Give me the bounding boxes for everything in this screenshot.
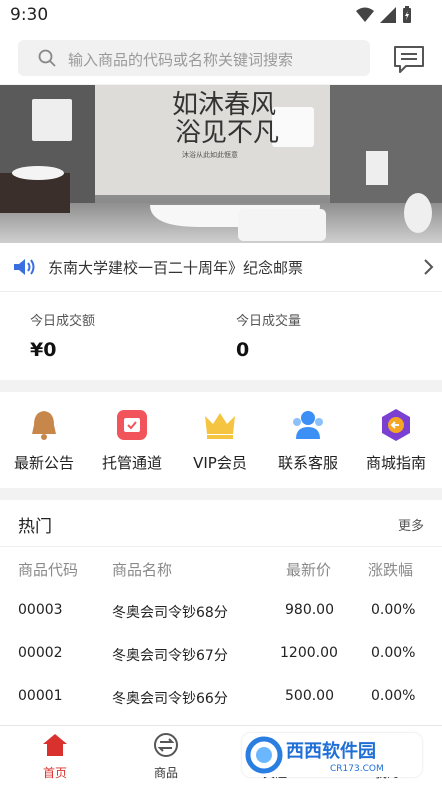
banner-image: 如沐春风 浴见不凡 沐浴从此如此惬意	[0, 85, 442, 243]
menu-label: 联系客服	[277, 454, 338, 472]
watermark-domain: CR173.COM	[330, 764, 384, 774]
status-bar: 9:30	[0, 0, 442, 32]
tab-label: 首页	[42, 766, 67, 780]
menu-item-support[interactable]: 联系客服	[268, 408, 348, 473]
calendar-icon	[117, 410, 147, 440]
bell-icon	[32, 411, 56, 440]
banner-headline-1: 如沐春风	[172, 90, 276, 119]
promo-banner[interactable]: 如沐春风 浴见不凡 沐浴从此如此惬意	[0, 85, 442, 243]
turnover-label: 今日成交额	[30, 314, 96, 329]
exchange-icon	[154, 733, 178, 757]
home-icon	[43, 734, 67, 756]
menu-item-vip[interactable]: VIP会员	[180, 408, 260, 473]
volume-label: 今日成交量	[236, 314, 302, 329]
menu-label: 托管通道	[101, 454, 162, 472]
menu-label: 商城指南	[365, 454, 426, 472]
product-price: 980.00	[285, 602, 334, 618]
product-price: 1200.00	[280, 645, 338, 661]
menu-item-announcements[interactable]: 最新公告	[4, 408, 84, 473]
guide-icon	[382, 409, 410, 441]
status-time: 9:30	[10, 5, 49, 25]
product-code: 00003	[18, 602, 63, 618]
section-title: 热门	[18, 517, 52, 537]
product-name: 冬奥会司令钞68分	[112, 605, 228, 621]
watermark: 西西软件园 CR173.COM	[242, 733, 422, 777]
menu-item-custody[interactable]: 托管通道	[92, 408, 172, 473]
volume-value: 0	[236, 339, 250, 361]
banner-tagline: 沐浴从此如此惬意	[182, 150, 238, 159]
message-icon[interactable]	[392, 44, 426, 74]
product-price: 500.00	[285, 688, 334, 704]
notice-bar[interactable]: 东南大学建校一百二十周年》纪念邮票	[0, 243, 442, 292]
quick-menu: 最新公告 托管通道 VIP会员 联系客服 商城指南	[0, 392, 442, 488]
product-change: 0.00%	[371, 602, 416, 618]
column-header-code: 商品代码	[18, 561, 79, 579]
trade-stats: 今日成交额 ¥0 今日成交量 0	[0, 292, 442, 380]
search-icon	[38, 49, 56, 67]
menu-label: 最新公告	[13, 454, 74, 472]
battery-icon	[403, 6, 411, 23]
column-header-name: 商品名称	[112, 561, 173, 579]
tab-label: 商品	[153, 766, 178, 780]
product-name: 冬奥会司令钞66分	[112, 691, 228, 707]
search-bar: 输入商品的代码或名称关键词搜索	[0, 32, 442, 84]
search-placeholder: 输入商品的代码或名称关键词搜索	[68, 51, 294, 69]
more-link[interactable]: 更多	[398, 515, 424, 534]
turnover-value: ¥0	[30, 339, 57, 361]
watermark-logo: 西西软件园 CR173.COM	[245, 736, 384, 774]
product-name: 冬奥会司令钞67分	[112, 648, 228, 664]
search-input[interactable]: 输入商品的代码或名称关键词搜索	[18, 40, 370, 76]
signal-icon	[380, 7, 396, 23]
hot-products: 热门 更多 商品代码 商品名称 最新价 涨跌幅 00003 冬奥会司令钞68分 …	[0, 500, 442, 725]
product-code: 00001	[18, 688, 63, 704]
column-header-change: 涨跌幅	[368, 561, 414, 579]
volume-stat: 今日成交量 0	[236, 310, 301, 361]
users-icon	[293, 411, 323, 439]
crown-icon	[205, 413, 235, 439]
product-change: 0.00%	[371, 688, 416, 704]
tab-home[interactable]: 首页	[20, 732, 90, 781]
speaker-icon	[14, 259, 35, 275]
product-change: 0.00%	[371, 645, 416, 661]
menu-label: VIP会员	[193, 454, 247, 472]
wifi-icon	[356, 7, 374, 22]
menu-item-guide[interactable]: 商城指南	[356, 408, 436, 473]
watermark-brand: 西西软件园	[286, 740, 376, 762]
column-header-price: 最新价	[286, 561, 332, 579]
tab-products[interactable]: 商品	[131, 732, 201, 781]
chevron-right-icon	[424, 259, 434, 275]
notice-text: 东南大学建校一百二十周年》纪念邮票	[48, 259, 304, 277]
turnover-stat: 今日成交额 ¥0	[30, 310, 95, 361]
banner-headline-2: 浴见不凡	[175, 118, 279, 147]
product-code: 00002	[18, 645, 63, 661]
